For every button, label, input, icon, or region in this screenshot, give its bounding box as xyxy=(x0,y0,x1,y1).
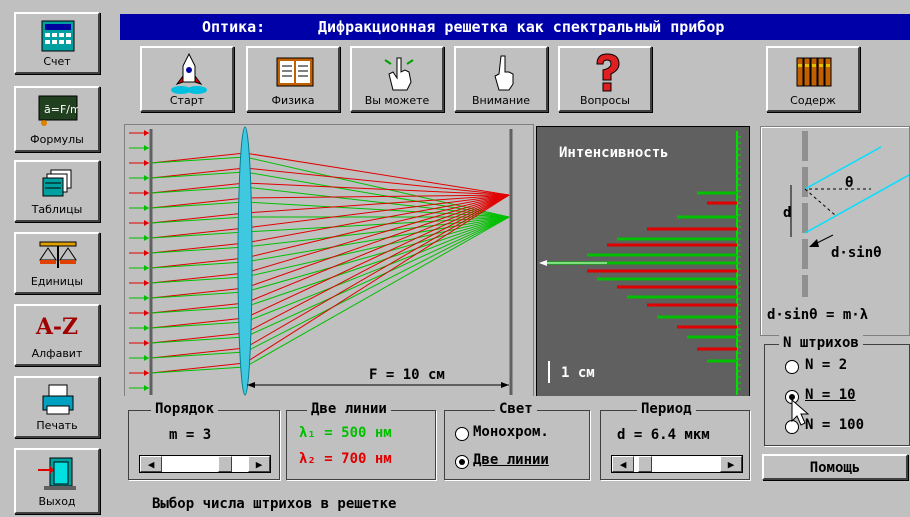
physics-label: Физика xyxy=(271,94,315,107)
n-100-label[interactable]: N = 100 xyxy=(805,417,864,433)
controls-panel: Порядок m = 3 ◀ ▶ Две линии λ₁ = 500 нм … xyxy=(120,396,760,488)
d-label: d xyxy=(783,205,792,221)
calculator-icon xyxy=(41,20,75,52)
alphabet-button[interactable]: A-Z Алфавит xyxy=(14,304,100,366)
order-slider-thumb[interactable] xyxy=(218,456,233,472)
period-slider[interactable]: ◀ ▶ xyxy=(611,455,743,473)
title-bar: Оптика: Дифракционная решетка как спектр… xyxy=(120,14,910,40)
grating-formula: d·sinθ = m·λ xyxy=(767,307,869,323)
calc-button[interactable]: Счет xyxy=(14,12,100,74)
raised-finger-icon xyxy=(494,55,514,91)
scale-label: 1 см xyxy=(561,365,595,381)
period-left-arrow[interactable]: ◀ xyxy=(612,456,634,472)
path-difference-label: d·sinθ xyxy=(831,245,882,261)
formulas-button[interactable]: ā=F/m Формулы xyxy=(14,86,100,152)
attention-label: Внимание xyxy=(471,94,531,107)
two-lines-label[interactable]: Две линии xyxy=(473,452,549,468)
two-lines-radio[interactable] xyxy=(455,455,469,469)
order-value: m = 3 xyxy=(169,427,212,443)
rocket-icon xyxy=(171,52,207,94)
exit-label: Выход xyxy=(38,495,76,508)
order-title: Порядок xyxy=(151,401,219,417)
order-right-arrow[interactable]: ▶ xyxy=(248,456,270,472)
focal-length-label: F = 10 см xyxy=(369,367,445,383)
tables-icon xyxy=(42,169,72,197)
exit-door-icon xyxy=(38,457,76,490)
book-icon xyxy=(276,57,314,87)
physics-button[interactable]: Физика xyxy=(246,46,340,112)
title-text: Дифракционная решетка как спектральный п… xyxy=(318,18,725,36)
theta-label: θ xyxy=(845,175,854,191)
mono-radio[interactable] xyxy=(455,427,469,441)
lambda-1-value: λ₁ = 500 нм xyxy=(299,425,392,441)
mono-label[interactable]: Монохром. xyxy=(473,424,549,440)
print-label: Печать xyxy=(36,419,78,432)
period-right-arrow[interactable]: ▶ xyxy=(720,456,742,472)
formula-board-icon: ā=F/m xyxy=(38,95,78,126)
light-title: Свет xyxy=(495,401,537,417)
tables-button[interactable]: Таблицы xyxy=(14,160,100,222)
order-group: Порядок m = 3 ◀ ▶ xyxy=(128,401,280,480)
status-text: Выбор числа штрихов в решетке xyxy=(152,496,397,512)
title-prefix: Оптика: xyxy=(202,18,266,36)
calc-label: Счет xyxy=(43,55,71,68)
exit-button[interactable]: Выход xyxy=(14,448,100,514)
print-button[interactable]: Печать xyxy=(14,376,100,438)
formulas-label: Формулы xyxy=(30,133,84,146)
grating-diagram-panel: θ d d·sinθ d·sinθ = m·λ xyxy=(760,126,910,336)
lambda-2-value: λ₂ = 700 нм xyxy=(299,451,392,467)
printer-icon xyxy=(42,384,74,415)
contents-label: Содерж xyxy=(790,94,836,107)
n-strokes-group: N штрихов N = 2 N = 10 N = 100 xyxy=(764,335,910,446)
lens-panel: F = 10 см xyxy=(124,124,534,398)
questions-label: Вопросы xyxy=(580,94,630,107)
period-value: d = 6.4 мкм xyxy=(617,427,710,443)
period-group: Период d = 6.4 мкм ◀ ▶ xyxy=(600,401,750,480)
you-can-button[interactable]: Вы можете xyxy=(350,46,444,112)
contents-button[interactable]: Содерж xyxy=(766,46,860,112)
mouse-cursor-icon xyxy=(791,399,810,426)
period-slider-thumb[interactable] xyxy=(637,456,652,472)
alphabet-icon: A-Z xyxy=(35,314,79,340)
two-lines-group: Две линии λ₁ = 500 нм λ₂ = 700 нм xyxy=(286,401,436,480)
questions-button[interactable]: Вопросы xyxy=(558,46,652,112)
you-can-label: Вы можете xyxy=(364,94,430,107)
scales-icon xyxy=(39,241,77,268)
two-lines-title: Две линии xyxy=(307,401,391,417)
order-slider[interactable]: ◀ ▶ xyxy=(139,455,271,473)
n-2-radio[interactable] xyxy=(785,360,799,374)
units-button[interactable]: Единицы xyxy=(14,232,100,294)
intensity-graph xyxy=(539,131,741,395)
question-mark-icon xyxy=(596,53,620,92)
grating-geometry-diagram xyxy=(790,131,909,297)
help-button[interactable]: Помощь xyxy=(762,454,908,480)
hand-pointer-icon xyxy=(384,57,414,91)
light-group: Свет Монохром. Две линии xyxy=(444,401,590,480)
help-label: Помощь xyxy=(809,460,861,476)
n-strokes-title: N штрихов xyxy=(779,335,863,351)
alphabet-label: Алфавит xyxy=(31,347,83,360)
intensity-panel: Интенсивность 1 см xyxy=(536,126,750,398)
period-title: Период xyxy=(637,401,696,417)
bookshelf-icon xyxy=(796,57,832,87)
order-left-arrow[interactable]: ◀ xyxy=(140,456,162,472)
intensity-title: Интенсивность xyxy=(559,145,669,161)
lens-shape xyxy=(237,126,253,396)
n-2-label[interactable]: N = 2 xyxy=(805,357,847,373)
start-label: Старт xyxy=(169,94,205,107)
lens-ray-diagram xyxy=(125,125,533,397)
attention-button[interactable]: Внимание xyxy=(454,46,548,112)
start-button[interactable]: Старт xyxy=(140,46,234,112)
tables-label: Таблицы xyxy=(31,203,83,216)
formula-icon-text: ā=F/m xyxy=(44,103,78,116)
units-label: Единицы xyxy=(30,275,84,288)
